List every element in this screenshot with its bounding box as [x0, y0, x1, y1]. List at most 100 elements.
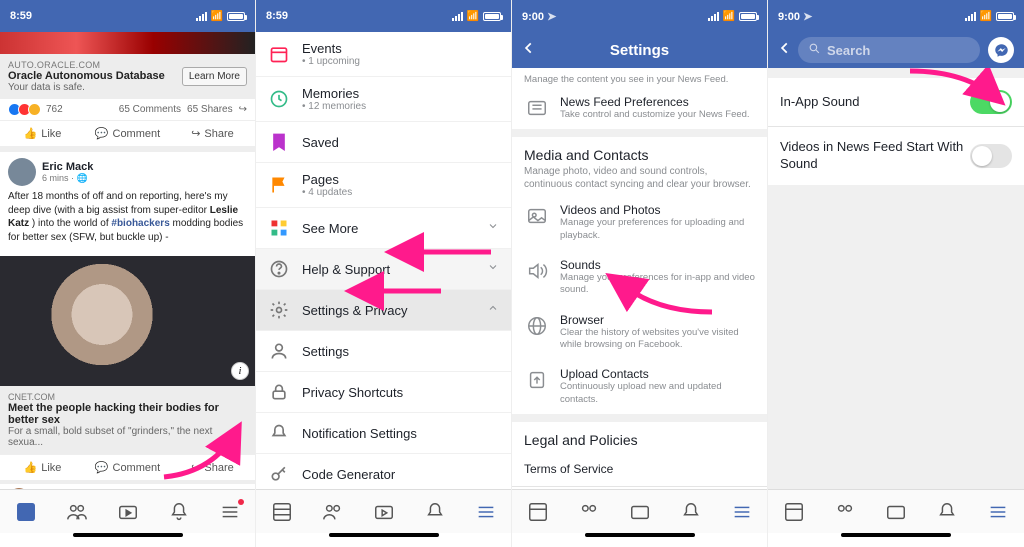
globe-icon: [524, 313, 550, 339]
toggle-video-sound[interactable]: Videos in News Feed Start With Sound: [768, 127, 1024, 185]
tab-feed[interactable]: [526, 500, 550, 524]
settings-item-data-policy[interactable]: Data Policy: [512, 487, 767, 489]
tab-feed[interactable]: [270, 500, 294, 524]
battery-icon: [739, 12, 757, 21]
menu-item-settings[interactable]: Settings: [256, 330, 511, 371]
comment-button[interactable]: 💬Comment: [85, 121, 170, 146]
share-icon: ↪: [191, 127, 200, 140]
avatar[interactable]: [8, 488, 30, 489]
reaction-count: 762: [46, 104, 63, 115]
status-time: 8:59: [10, 10, 196, 22]
settings-item-news-feed-prefs[interactable]: News Feed PreferencesTake control and cu…: [512, 87, 767, 129]
share-button-2[interactable]: ↪Share: [170, 455, 255, 480]
back-button[interactable]: [778, 41, 798, 59]
menu-item-code-generator[interactable]: Code Generator: [256, 453, 511, 489]
action-row-2: 👍Like 💬Comment ↪Share: [0, 454, 255, 484]
tab-watch[interactable]: [628, 500, 652, 524]
menu-item-saved[interactable]: Saved: [256, 121, 511, 162]
tab-friends[interactable]: [577, 500, 601, 524]
settings-content: Manage the content you see in your News …: [512, 68, 767, 489]
settings-item-browser[interactable]: BrowserClear the history of websites you…: [512, 305, 767, 360]
status-time: 9:00 ➤: [522, 10, 708, 23]
tab-watch[interactable]: [372, 500, 396, 524]
reaction-icons: [8, 103, 38, 116]
wifi-icon: 📶: [723, 11, 735, 22]
like-button-2[interactable]: 👍Like: [0, 455, 85, 480]
tab-menu[interactable]: [986, 500, 1010, 524]
nav-bar: Settings: [512, 32, 767, 68]
status-icons: 📶: [196, 11, 245, 22]
key-icon: [268, 463, 290, 485]
tab-notifications[interactable]: [167, 500, 191, 524]
menu-item-events[interactable]: Events• 1 upcoming: [256, 32, 511, 76]
post-author[interactable]: Eric Mack: [42, 161, 93, 173]
learn-more-button[interactable]: Learn More: [182, 67, 247, 86]
tab-watch[interactable]: [116, 500, 140, 524]
messenger-button[interactable]: [988, 37, 1014, 63]
link-site: CNET.COM: [8, 392, 247, 402]
chevron-down-icon: [487, 260, 499, 278]
sounds-content: In-App Sound Videos in News Feed Start W…: [768, 68, 1024, 489]
home-indicator: [256, 533, 511, 547]
chevron-down-icon: [487, 219, 499, 237]
screen-sounds: 9:00 ➤ 📶 Search In-App Sound Videos in N…: [768, 0, 1024, 547]
shares-count[interactable]: 65 Shares: [187, 104, 233, 115]
like-button[interactable]: 👍Like: [0, 121, 85, 146]
help-icon: [268, 258, 290, 280]
grid-icon: [268, 217, 290, 239]
menu-item-see-more[interactable]: See More: [256, 207, 511, 248]
search-input[interactable]: Search: [798, 37, 980, 63]
settings-item-tos[interactable]: Terms of Service: [512, 452, 767, 486]
menu-item-settings-privacy[interactable]: Settings & Privacy: [256, 289, 511, 330]
tab-friends[interactable]: [321, 500, 345, 524]
tab-feed[interactable]: [14, 500, 38, 524]
tab-bar: [512, 489, 767, 533]
tab-friends[interactable]: [65, 500, 89, 524]
home-indicator: [0, 533, 255, 547]
page-title: Settings: [542, 42, 737, 59]
menu-item-help[interactable]: Help & Support: [256, 248, 511, 289]
toggle-switch[interactable]: [970, 90, 1012, 114]
ad-card[interactable]: AUTO.ORACLE.COM Oracle Autonomous Databa…: [0, 54, 255, 99]
share-button[interactable]: ↪Share: [170, 121, 255, 146]
link-card[interactable]: CNET.COM Meet the people hacking their b…: [0, 386, 255, 454]
info-icon[interactable]: i: [231, 362, 249, 380]
tab-menu[interactable]: [474, 500, 498, 524]
screen-menu: 8:59 📶 Events• 1 upcoming Memories• 12 m…: [256, 0, 512, 547]
post-image[interactable]: i: [0, 256, 255, 386]
settings-item-upload-contacts[interactable]: Upload ContactsContinuously upload new a…: [512, 359, 767, 414]
toggle-in-app-sound[interactable]: In-App Sound: [768, 78, 1024, 126]
link-sub: For a small, bold subset of "grinders," …: [8, 426, 247, 448]
tab-notifications[interactable]: [935, 500, 959, 524]
section-media-contacts: Media and Contacts Manage photo, video a…: [512, 137, 767, 195]
menu-content: Events• 1 upcoming Memories• 12 memories…: [256, 32, 511, 489]
back-button[interactable]: [522, 41, 542, 59]
bell-icon: [268, 422, 290, 444]
tab-notifications[interactable]: [679, 500, 703, 524]
settings-item-videos-photos[interactable]: Videos and PhotosManage your preferences…: [512, 195, 767, 250]
tab-menu[interactable]: [730, 500, 754, 524]
toggle-switch[interactable]: [970, 144, 1012, 168]
status-time: 8:59: [266, 10, 452, 22]
tab-menu[interactable]: [218, 500, 242, 524]
home-indicator: [768, 533, 1024, 547]
tab-watch[interactable]: [884, 500, 908, 524]
ad-sub: Your data is safe.: [8, 82, 176, 93]
menu-item-memories[interactable]: Memories• 12 memories: [256, 76, 511, 121]
tab-notifications[interactable]: [423, 500, 447, 524]
tab-feed[interactable]: [782, 500, 806, 524]
upload-icon: [524, 367, 550, 393]
tab-bar: [768, 489, 1024, 533]
search-icon: [808, 42, 821, 58]
signal-icon: [196, 12, 207, 21]
avatar[interactable]: [8, 158, 36, 186]
menu-item-pages[interactable]: Pages• 4 updates: [256, 162, 511, 207]
comments-count[interactable]: 65 Comments: [119, 104, 181, 115]
menu-item-notification-settings[interactable]: Notification Settings: [256, 412, 511, 453]
tab-friends[interactable]: [833, 500, 857, 524]
bookmark-icon: [268, 131, 290, 153]
nav-bar: Search: [768, 32, 1024, 68]
settings-item-sounds[interactable]: SoundsManage your preferences for in-app…: [512, 250, 767, 305]
comment-button-2[interactable]: 💬Comment: [85, 455, 170, 480]
menu-item-privacy-shortcuts[interactable]: Privacy Shortcuts: [256, 371, 511, 412]
